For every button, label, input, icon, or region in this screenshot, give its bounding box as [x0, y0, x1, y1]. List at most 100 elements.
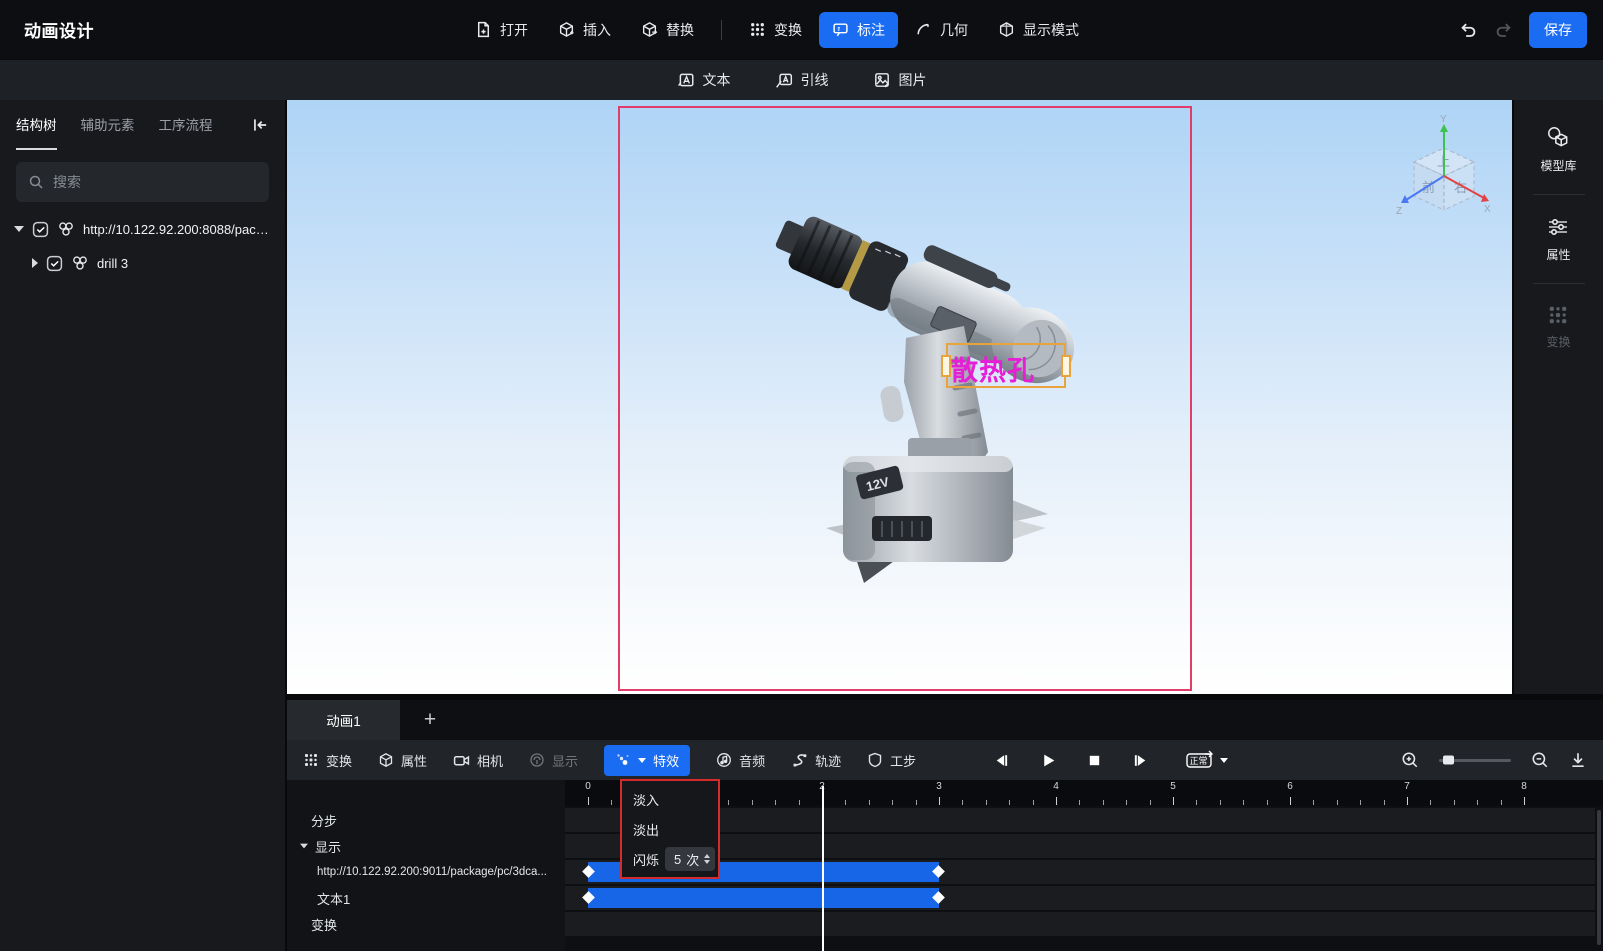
menu-item-fade-out[interactable]: 淡出: [622, 814, 718, 844]
annotation-box[interactable]: 散热孔: [941, 343, 1071, 388]
tl-audio-button[interactable]: 音频: [716, 751, 765, 770]
insert-button[interactable]: 插入: [545, 12, 624, 48]
model-library-button[interactable]: 模型库: [1540, 118, 1577, 186]
search-input[interactable]: 搜索: [16, 162, 269, 202]
next-frame-button[interactable]: [1132, 752, 1149, 769]
tab-auxiliary-elements[interactable]: 辅助元素: [81, 100, 135, 150]
vertical-scrollbar[interactable]: [1597, 810, 1601, 945]
ruler-tick-label: 5: [1170, 781, 1176, 792]
collapse-caret-icon[interactable]: [300, 843, 308, 849]
tab-structure-tree[interactable]: 结构树: [16, 100, 57, 150]
animation-tab[interactable]: 动画1: [287, 700, 400, 740]
annotation-text[interactable]: 散热孔: [951, 349, 1035, 388]
ruler-tick: [985, 800, 987, 805]
row-label-text1[interactable]: 文本1: [287, 886, 565, 910]
orientation-gizmo[interactable]: 上 前 右 Y Z X: [1396, 114, 1492, 218]
row-label-steps[interactable]: 分步: [287, 808, 565, 832]
particles-icon: [617, 754, 629, 765]
stepper-carets[interactable]: [704, 854, 711, 864]
flash-count-value[interactable]: 5: [674, 852, 681, 867]
track-canvas: 012345678: [565, 780, 1603, 951]
zoom-in-icon[interactable]: [1401, 751, 1419, 769]
zoom-slider-knob[interactable]: [1443, 755, 1455, 765]
flash-count-stepper[interactable]: 5 次: [665, 847, 716, 871]
drill-model[interactable]: 12V: [287, 100, 1512, 694]
geometry-button[interactable]: 几何: [902, 12, 981, 48]
keyframe-diamond[interactable]: [932, 865, 945, 878]
redo-icon[interactable]: [1494, 20, 1513, 39]
sidebar-collapse-button[interactable]: [251, 100, 269, 150]
undo-icon[interactable]: [1459, 20, 1478, 39]
stop-button[interactable]: [1087, 753, 1102, 768]
timeline-tab-bar: 动画1 +: [287, 700, 1603, 740]
expand-caret-icon[interactable]: [32, 258, 38, 268]
stepper-down-icon[interactable]: [704, 860, 711, 864]
track-lane-transform[interactable]: [565, 912, 1595, 936]
tl-track-button[interactable]: 轨迹: [791, 751, 841, 770]
row-label-transform[interactable]: 变换: [287, 912, 565, 936]
tl-transform-button[interactable]: 变换: [303, 751, 352, 770]
tl-effects-button[interactable]: 特效: [604, 744, 691, 776]
ruler-tick-label: 3: [936, 781, 942, 792]
camera-icon: [453, 755, 470, 765]
transform-panel-button[interactable]: 变换: [1546, 298, 1571, 362]
timeline-clip-bar[interactable]: [582, 888, 945, 908]
tl-properties-button[interactable]: 属性: [378, 751, 427, 770]
save-button[interactable]: 保存: [1529, 11, 1587, 48]
ruler-tick: [1524, 797, 1525, 805]
tree-node-package[interactable]: http://10.122.92.200:8088/pack...: [0, 212, 285, 246]
stepper-up-icon[interactable]: [704, 854, 711, 858]
leader-tool-button[interactable]: 引线: [775, 70, 829, 90]
row-label-model-url[interactable]: http://10.122.92.200:9011/package/pc/3dc…: [287, 860, 565, 884]
tab-process-flow[interactable]: 工序流程: [159, 100, 213, 150]
tree-node-drill3[interactable]: drill 3: [0, 246, 285, 280]
ruler-tick-label: 4: [1053, 781, 1059, 792]
ruler-tick: [1453, 800, 1455, 805]
track-label-column: 分步 显示 http://10.122.92.200:9011/package/…: [287, 780, 565, 951]
model-library-icon: [1548, 127, 1568, 147]
display-mode-button[interactable]: 显示模式: [985, 12, 1092, 48]
row-label-display-group[interactable]: 显示: [287, 834, 565, 858]
gizmo-axis-z: Z: [1396, 206, 1402, 217]
ruler-tick-label: 6: [1287, 781, 1293, 792]
checkbox-checked-icon[interactable]: [46, 255, 63, 272]
open-button[interactable]: 打开: [462, 12, 541, 48]
resize-handle-left[interactable]: [941, 354, 951, 377]
viewport-3d[interactable]: 12V 散热孔 上 前 右: [287, 100, 1512, 694]
keyframe-diamond[interactable]: [582, 891, 595, 904]
tl-step-button[interactable]: 工步: [867, 751, 916, 770]
tl-camera-button[interactable]: 相机: [453, 751, 503, 770]
ruler-tick: [1407, 797, 1408, 805]
expand-caret-icon[interactable]: [14, 226, 24, 232]
annotate-button[interactable]: 标注: [819, 11, 898, 48]
image-tool-button[interactable]: 图片: [873, 70, 927, 90]
track-lane-text1[interactable]: [565, 886, 1595, 910]
ruler-tick: [1500, 800, 1502, 805]
playhead[interactable]: [822, 786, 824, 951]
keyframe-diamond[interactable]: [582, 865, 595, 878]
resize-handle-right[interactable]: [1061, 354, 1071, 377]
menu-item-fade-in[interactable]: 淡入: [622, 784, 718, 814]
keyframe-diamond[interactable]: [932, 891, 945, 904]
replace-button[interactable]: 替换: [628, 12, 707, 48]
transform-button[interactable]: 变换: [736, 12, 815, 48]
timeline-zoom-slider[interactable]: [1439, 755, 1511, 765]
effects-dropdown-menu: 淡入 淡出 闪烁 5 次: [620, 779, 720, 879]
add-animation-button[interactable]: +: [400, 700, 460, 740]
prev-frame-button[interactable]: [993, 752, 1010, 769]
tree-node-label: http://10.122.92.200:8088/pack...: [83, 221, 269, 237]
checkbox-checked-icon[interactable]: [32, 221, 49, 238]
speed-select[interactable]: 正常: [1185, 750, 1228, 770]
play-button[interactable]: [1040, 752, 1057, 769]
assembly-icon: [59, 222, 73, 236]
time-ruler[interactable]: 012345678: [565, 780, 1603, 806]
zoom-out-icon[interactable]: [1531, 751, 1549, 769]
ruler-tick: [1383, 800, 1385, 805]
search-icon: [29, 175, 43, 189]
properties-button[interactable]: 属性: [1546, 209, 1571, 275]
export-download-icon[interactable]: [1569, 751, 1587, 769]
menu-item-flash[interactable]: 闪烁 5 次: [622, 844, 718, 874]
right-panel-bar: 模型库 属性 变换: [1514, 100, 1603, 694]
text-tool-button[interactable]: 文本: [677, 70, 731, 90]
tl-display-button[interactable]: 显示: [529, 751, 578, 770]
